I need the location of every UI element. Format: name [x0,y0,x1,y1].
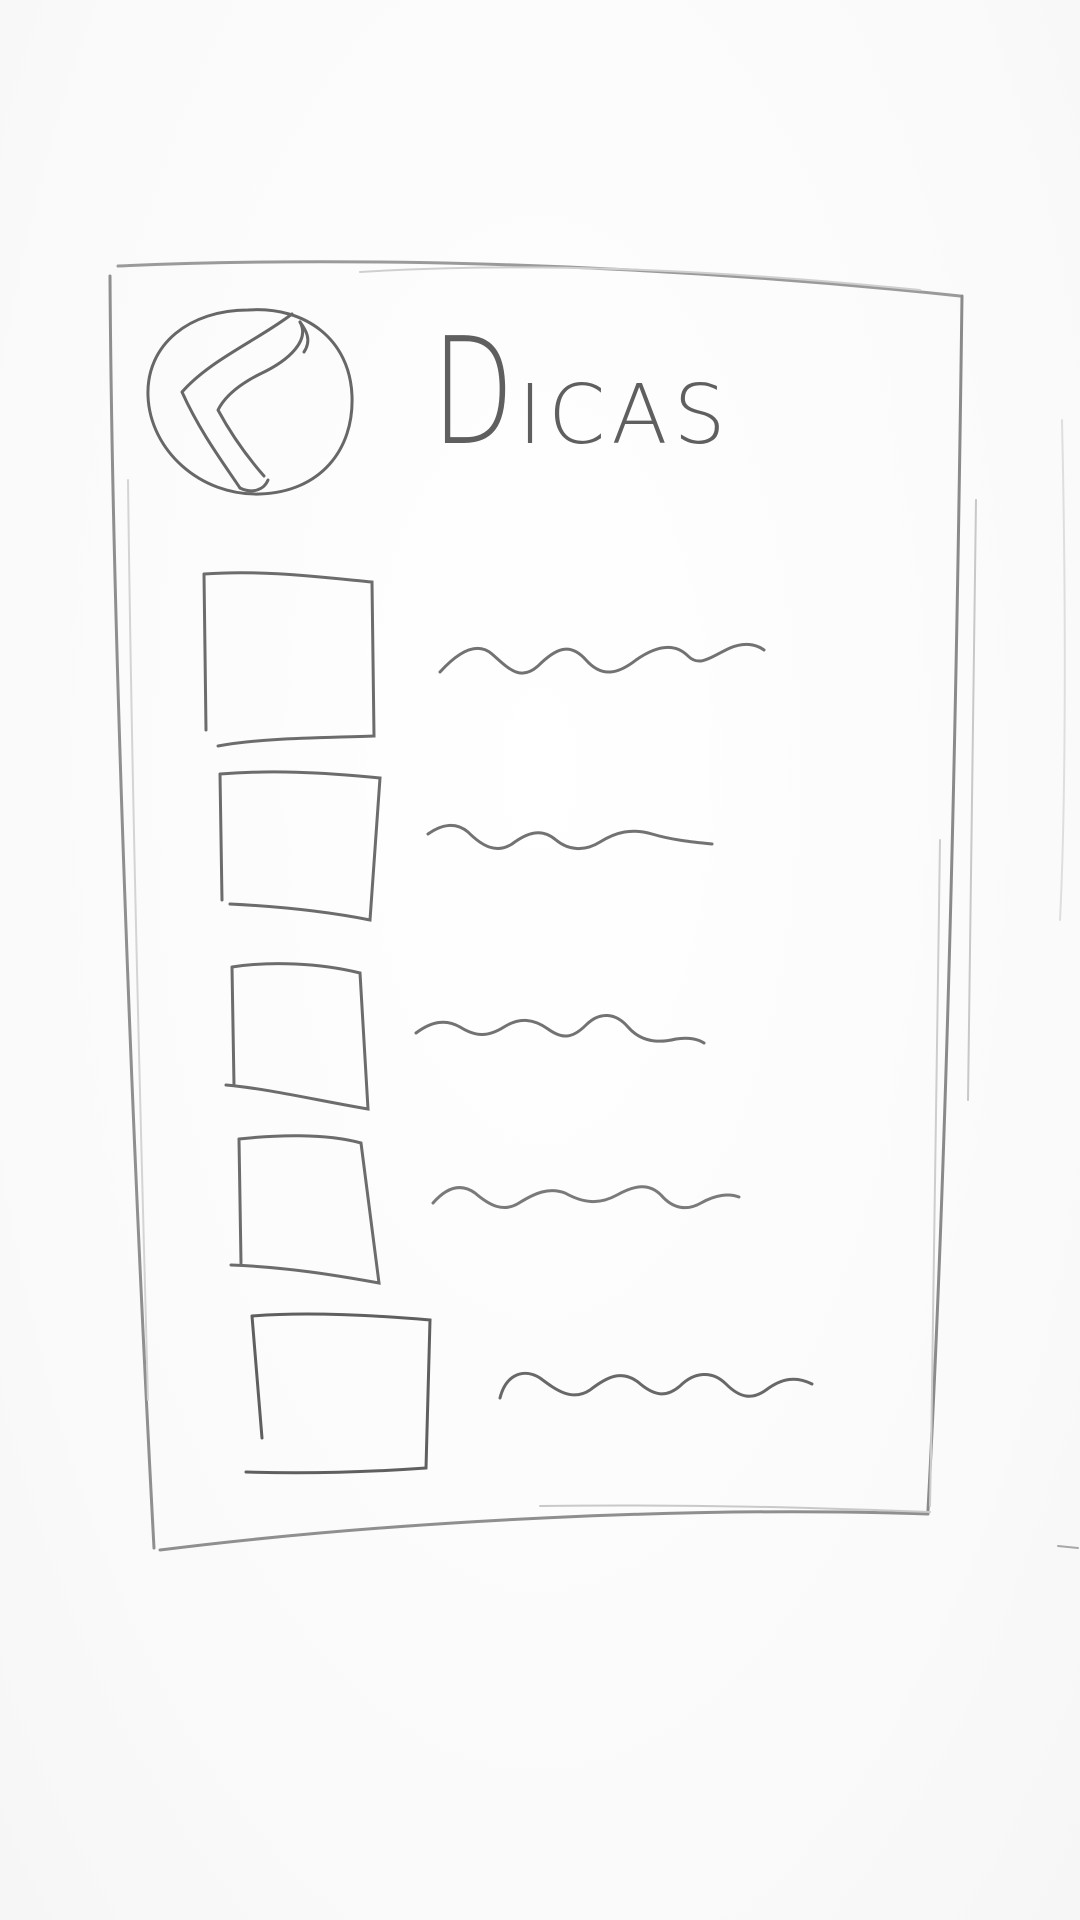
text-placeholder [498,1372,814,1400]
list-item[interactable] [220,955,780,1115]
thumbnail-image [224,962,370,1111]
page-title: DICAS [432,318,732,466]
page-title-rest: ICAS [517,368,732,463]
page-title-initial: D [432,306,519,478]
chevron-left-circle-icon [146,308,354,496]
text-placeholder [431,1185,741,1210]
list-item[interactable] [210,760,790,930]
list-item[interactable] [225,1125,785,1295]
text-placeholder [438,642,766,675]
thumbnail-image [229,1134,381,1285]
text-placeholder [414,1014,706,1045]
list-item[interactable] [240,1302,840,1492]
thumbnail-image [218,770,382,922]
back-button[interactable] [140,300,360,500]
thumbnail-image [244,1312,432,1475]
list-item[interactable] [190,560,790,750]
text-placeholder [426,824,714,850]
thumbnail-image [202,571,376,748]
